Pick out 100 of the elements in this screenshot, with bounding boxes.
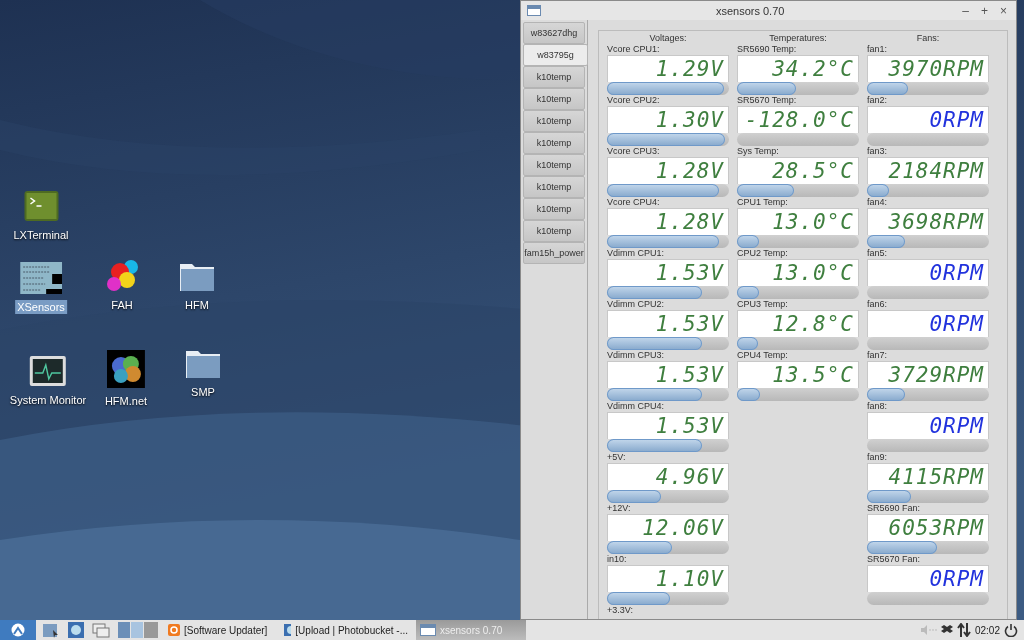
window-control-button[interactable]: + [977, 3, 991, 18]
sensor-reading: 13.0°C [737, 259, 859, 286]
sensor-reading: 2184RPM [867, 157, 989, 184]
sensor-label: Vcore CPU3: [607, 146, 660, 157]
sensor-readout-icon [20, 262, 62, 294]
sensor-reading: 0RPM [867, 106, 989, 133]
sun-gear-icon [168, 624, 180, 636]
workspace-pager[interactable] [116, 620, 160, 640]
show-desktop-button[interactable] [90, 620, 112, 640]
sensor-reading: 0RPM [867, 412, 989, 439]
power-icon [1004, 623, 1018, 637]
start-logo-icon [11, 623, 25, 637]
sensor-label: Vdimm CPU3: [607, 350, 664, 361]
browser-icon [284, 624, 292, 636]
terminal-icon [23, 190, 59, 222]
column-heading: Voltages: [648, 33, 688, 44]
sensor-reading: 3729RPM [867, 361, 989, 388]
sensor-label: fan1: [867, 44, 888, 55]
sensor-reading: 1.53V [607, 310, 729, 337]
desktop-icon-label[interactable]: HFM [183, 298, 211, 312]
sensor-reading: 1.28V [607, 208, 729, 235]
sensor-reading: 1.29V [607, 55, 729, 82]
chip-tab[interactable]: k10temp [523, 154, 585, 176]
desktop-icon-label[interactable]: System Monitor [7, 393, 89, 407]
sensor-label: Sys Temp: [737, 146, 779, 157]
sensor-label: fan8: [867, 401, 888, 412]
sensor-label: fan9: [867, 452, 888, 463]
sensor-reading: 4.96V [607, 463, 729, 490]
sensor-reading: 12.06V [607, 514, 729, 541]
chip-tab[interactable]: k10temp [523, 66, 585, 88]
folder-icon [42, 622, 60, 638]
sensor-reading: 12.8°C [737, 310, 859, 337]
sensor-reading: 1.53V [607, 412, 729, 439]
window-control-button[interactable]: × [997, 3, 1010, 18]
sensor-reading: 0RPM [867, 310, 989, 337]
colored-balls-icon [104, 258, 140, 292]
chip-tab[interactable]: k10temp [523, 176, 585, 198]
network-arrows-icon [956, 623, 971, 637]
browser-button[interactable] [66, 620, 86, 640]
chip-tab[interactable]: fam15h_power [523, 242, 585, 264]
sensor-reading: 28.5°C [737, 157, 859, 184]
sensor-label: fan4: [867, 197, 888, 208]
sensor-reading: -128.0°C [737, 106, 859, 133]
sensor-label: Vdimm CPU4: [607, 401, 664, 412]
sensor-reading: 3698RPM [867, 208, 989, 235]
sensor-reading: 0RPM [867, 259, 989, 286]
protein-structure-icon [107, 350, 145, 388]
sensor-reading: 1.10V [607, 565, 729, 592]
sensor-label: fan6: [867, 299, 888, 310]
sensor-reading: 13.5°C [737, 361, 859, 388]
sensor-label: Vcore CPU4: [607, 197, 660, 208]
sensor-label: fan5: [867, 248, 888, 259]
desktop-icon-label[interactable]: FAH [109, 298, 135, 312]
sensor-reading: 3970RPM [867, 55, 989, 82]
window-icon [527, 5, 541, 16]
workspaces-icon [118, 622, 158, 638]
sensor-reading: 34.2°C [737, 55, 859, 82]
desktop-icon-label[interactable]: HFM.net [102, 394, 150, 408]
start-menu-button[interactable] [0, 620, 36, 640]
sensor-label: fan2: [867, 95, 888, 106]
sensor-label: CPU3 Temp: [737, 299, 788, 310]
chip-tab[interactable]: k10temp [523, 110, 585, 132]
task-button[interactable]: [Upload | Photobucket -... [280, 620, 412, 640]
volume-icon [920, 625, 937, 635]
chip-tab[interactable]: k10temp [523, 220, 585, 242]
sensor-reading: 1.28V [607, 157, 729, 184]
window-icon [420, 624, 436, 636]
window-title: xsensors 0.70 [714, 4, 786, 17]
sensor-reading: 0RPM [867, 565, 989, 592]
sensor-label: CPU4 Temp: [737, 350, 788, 361]
chip-tab[interactable]: k10temp [523, 198, 585, 220]
column-heading: Fans: [915, 33, 941, 44]
sensor-reading: 13.0°C [737, 208, 859, 235]
sensor-label: SR5690 Temp: [737, 44, 797, 55]
system-monitor-icon [29, 355, 67, 387]
sensor-label: SR5670 Temp: [737, 95, 797, 106]
sensor-reading: 1.53V [607, 259, 729, 286]
sensor-label: Vcore CPU1: [607, 44, 660, 55]
sensor-label: +5V: [607, 452, 626, 463]
desktop-icon-label[interactable]: SMP [189, 385, 217, 399]
column-heading: Temperatures: [768, 33, 828, 44]
sensor-label: Vdimm CPU1: [607, 248, 664, 259]
sensor-reading: 4115RPM [867, 463, 989, 490]
chip-tab[interactable]: k10temp [523, 88, 585, 110]
sensor-label: SR5670 Fan: [867, 554, 921, 565]
sensor-label: fan7: [867, 350, 888, 361]
chip-tab[interactable]: w83627dhg [523, 22, 585, 44]
sensor-label: +12V: [607, 503, 631, 514]
sensor-label: +3.3V: [607, 605, 633, 616]
window-control-button[interactable]: – [959, 3, 972, 18]
sensor-reading: 1.53V [607, 361, 729, 388]
task-button[interactable]: [Software Updater] [164, 620, 276, 640]
sensor-reading: 6053RPM [867, 514, 989, 541]
sensor-label: SR5690 Fan: [867, 503, 921, 514]
sensor-label: in10: [607, 554, 627, 565]
sensor-label: Vdimm CPU2: [607, 299, 664, 310]
clock: 02:02 [974, 624, 1000, 636]
desktop-icon-label[interactable]: LXTerminal [11, 228, 71, 242]
chip-tab[interactable]: k10temp [523, 132, 585, 154]
chip-tab[interactable]: w83795g [523, 44, 588, 66]
